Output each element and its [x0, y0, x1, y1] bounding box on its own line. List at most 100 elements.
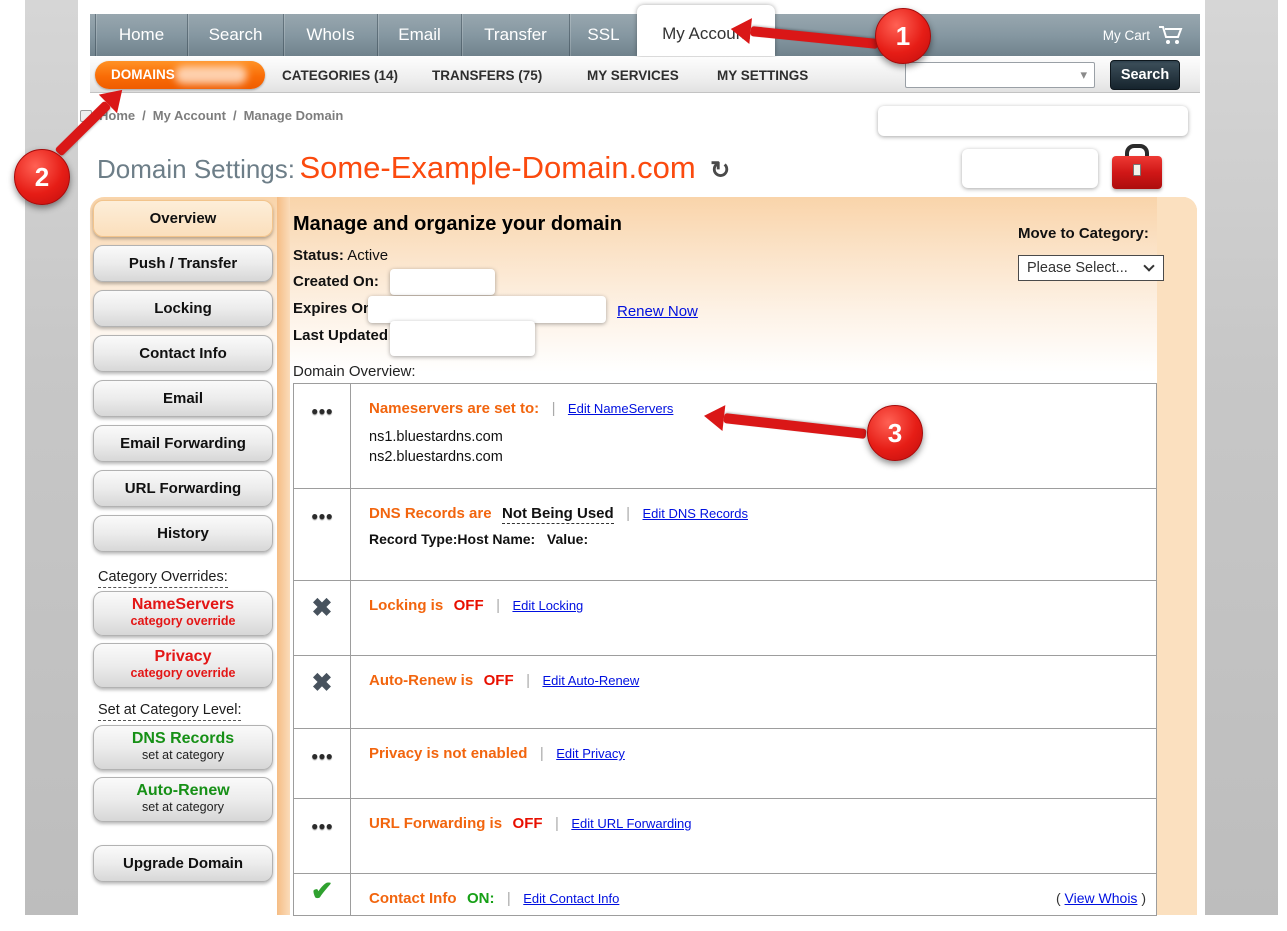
page-background-right — [1205, 0, 1278, 915]
row-title: DNS Records are — [369, 505, 492, 522]
row-status: OFF — [484, 672, 514, 689]
x-glyph: ✖ — [312, 668, 333, 728]
tab-home[interactable]: Home — [95, 14, 187, 56]
edit-url-forwarding-link[interactable]: Edit URL Forwarding — [571, 816, 691, 831]
toolbox-icon[interactable] — [1112, 144, 1162, 190]
sidebar-item-email[interactable]: Email — [93, 380, 273, 417]
edit-auto-renew-link[interactable]: Edit Auto-Renew — [542, 673, 639, 688]
page: Home Search WhoIs Email Transfer SSL My … — [0, 0, 1287, 931]
chevron-down-icon: ▾ — [1080, 67, 1087, 83]
view-whois-link[interactable]: View Whois — [1065, 890, 1138, 906]
breadcrumb-my-account[interactable]: My Account — [153, 108, 226, 123]
view-whois: ( View Whois ) — [1056, 890, 1146, 906]
dots-icon: ●●● — [294, 799, 351, 873]
page-title: Domain Settings: Some-Example-Domain.com… — [97, 150, 730, 186]
edit-privacy-link[interactable]: Edit Privacy — [556, 746, 625, 761]
annotation-step-1: 1 — [875, 8, 931, 64]
dots-glyph: ●●● — [311, 509, 333, 580]
subnav-item-transfers[interactable]: TRANSFERS (75) — [432, 68, 542, 83]
row-title: Contact Info — [369, 890, 457, 907]
edit-contact-info-link[interactable]: Edit Contact Info — [523, 891, 619, 906]
tab-search[interactable]: Search — [187, 14, 283, 56]
my-cart-label: My Cart — [1103, 28, 1150, 43]
dots-glyph: ●●● — [311, 404, 333, 488]
override-title: NameServers — [94, 596, 272, 614]
row-content: URL Forwarding is OFF | Edit URL Forward… — [351, 799, 1156, 873]
paren: ) — [1141, 890, 1146, 906]
row-title: Auto-Renew is — [369, 672, 473, 689]
breadcrumb-separator: / — [142, 108, 146, 123]
created-line: Created On: — [293, 273, 379, 290]
created-label: Created On: — [293, 273, 379, 290]
updated-line: Last Updated — [293, 327, 388, 344]
row-status: Not Being Used — [502, 505, 614, 524]
subnav-item-domains[interactable]: DOMAINS — [95, 61, 265, 89]
table-row-contact-info: ✔ Contact Info ON: | Edit Contact Info (… — [294, 874, 1156, 915]
nameserver-value: ns2.bluestardns.com — [369, 447, 1142, 467]
sidebar-item-privacy-override[interactable]: Privacy category override — [93, 643, 273, 688]
domain-search-combobox[interactable]: ▾ — [905, 62, 1095, 88]
status-label: Status: — [293, 247, 344, 264]
tab-ssl[interactable]: SSL — [569, 14, 637, 56]
renew-now-link[interactable]: Renew Now — [617, 303, 698, 320]
tab-whois[interactable]: WhoIs — [283, 14, 377, 56]
breadcrumb-separator: / — [233, 108, 237, 123]
sidebar-item-email-forwarding[interactable]: Email Forwarding — [93, 425, 273, 462]
subnav-item-my-services[interactable]: MY SERVICES — [587, 68, 679, 83]
search-button[interactable]: Search — [1110, 60, 1180, 90]
sidebar-item-upgrade-domain[interactable]: Upgrade Domain — [93, 845, 273, 882]
edit-dns-records-link[interactable]: Edit DNS Records — [643, 506, 748, 521]
row-content: DNS Records are Not Being Used | Edit DN… — [351, 489, 1156, 580]
separator: | — [540, 745, 544, 762]
my-cart-button[interactable]: My Cart — [1103, 14, 1184, 56]
table-row-dns-records: ●●● DNS Records are Not Being Used | Edi… — [294, 489, 1156, 581]
edit-locking-link[interactable]: Edit Locking — [512, 598, 583, 613]
toolbox-latch — [1133, 164, 1141, 176]
category-overrides-heading: Category Overrides: — [98, 569, 228, 588]
cart-icon — [1158, 25, 1184, 45]
separator: | — [555, 815, 559, 832]
sidebar-item-history[interactable]: History — [93, 515, 273, 552]
x-icon: ✖ — [294, 656, 351, 728]
refresh-icon[interactable]: ↻ — [710, 157, 730, 184]
subnav-item-categories[interactable]: CATEGORIES (14) — [282, 68, 398, 83]
override-subtitle: category override — [94, 666, 272, 680]
table-row-locking: ✖ Locking is OFF | Edit Locking — [294, 581, 1156, 656]
redacted-box — [390, 269, 495, 295]
move-to-category-select[interactable]: Please Select... — [1018, 255, 1164, 281]
subnav-item-my-settings[interactable]: MY SETTINGS — [717, 68, 808, 83]
sidebar-item-auto-renew-category[interactable]: Auto-Renew set at category — [93, 777, 273, 822]
edit-nameservers-link[interactable]: Edit NameServers — [568, 401, 673, 416]
sidebar-item-overview[interactable]: Overview — [93, 200, 273, 237]
chevron-down-icon — [1143, 260, 1154, 271]
override-title: Privacy — [94, 648, 272, 666]
separator: | — [552, 400, 556, 417]
sidebar-item-dns-records-category[interactable]: DNS Records set at category — [93, 725, 273, 770]
table-row-nameservers: ●●● Nameservers are set to: | Edit NameS… — [294, 384, 1156, 489]
toolbox-body — [1112, 156, 1162, 189]
sidebar-item-contact-info[interactable]: Contact Info — [93, 335, 273, 372]
sidebar-item-locking[interactable]: Locking — [93, 290, 273, 327]
panel-right-margin — [1157, 197, 1197, 915]
dots-icon: ●●● — [294, 384, 351, 488]
breadcrumb-manage-domain[interactable]: Manage Domain — [244, 108, 344, 123]
dots-icon: ●●● — [294, 489, 351, 580]
sidebar-item-nameservers-override[interactable]: NameServers category override — [93, 591, 273, 636]
sidebar-item-push-transfer[interactable]: Push / Transfer — [93, 245, 273, 282]
separator: | — [526, 672, 530, 689]
redacted-box — [390, 321, 535, 356]
override-subtitle: category override — [94, 614, 272, 628]
annotation-step-3: 3 — [867, 405, 923, 461]
dots-glyph: ●●● — [311, 749, 333, 798]
sidebar-divider — [277, 197, 290, 915]
redacted-domain-count — [175, 66, 247, 84]
x-icon: ✖ — [294, 581, 351, 655]
tab-transfer[interactable]: Transfer — [461, 14, 569, 56]
row-title: Nameservers are set to: — [369, 400, 539, 417]
tab-email[interactable]: Email — [377, 14, 461, 56]
account-subnav: DOMAINS CATEGORIES (14) TRANSFERS (75) M… — [90, 57, 1200, 93]
sidebar-item-url-forwarding[interactable]: URL Forwarding — [93, 470, 273, 507]
domain-settings-panel: Overview Push / Transfer Locking Contact… — [90, 197, 1197, 915]
paren: ( — [1056, 890, 1061, 906]
row-content: Auto-Renew is OFF | Edit Auto-Renew — [351, 656, 1156, 728]
